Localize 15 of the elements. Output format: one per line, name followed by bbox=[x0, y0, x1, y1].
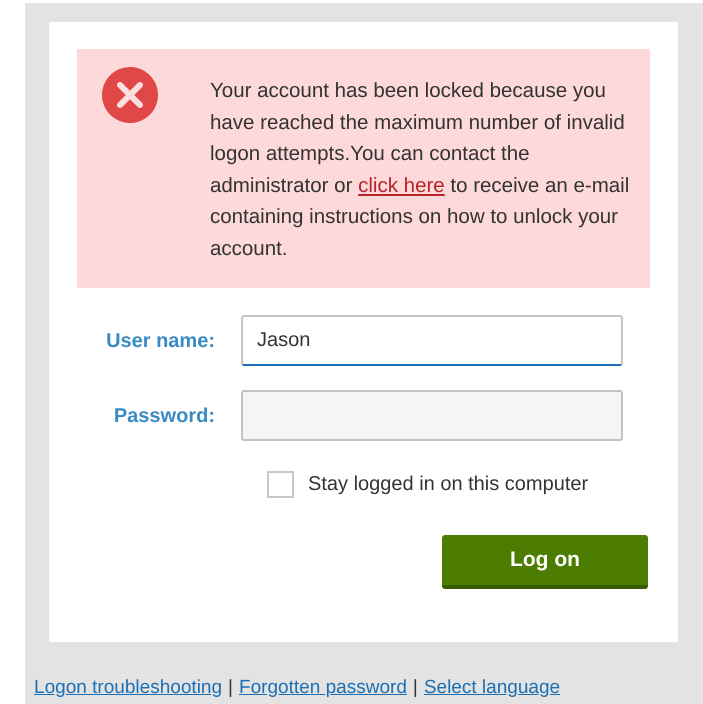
username-field[interactable]: Jason bbox=[241, 315, 623, 366]
separator: | bbox=[228, 676, 233, 700]
footer-link[interactable]: Forgotten password bbox=[238, 674, 407, 702]
field-label: User name: bbox=[105, 328, 216, 354]
footer-link[interactable]: Select language bbox=[424, 674, 560, 702]
unlock-link[interactable]: click here bbox=[358, 174, 445, 197]
password-field[interactable] bbox=[241, 390, 623, 441]
error-icon bbox=[102, 67, 158, 123]
separator: | bbox=[412, 676, 418, 700]
checkbox[interactable] bbox=[267, 470, 294, 498]
field-label: Password: bbox=[112, 404, 216, 428]
footer-link[interactable]: Logon troubleshooting bbox=[34, 674, 222, 702]
checkbox-label: Stay logged in on this computer bbox=[308, 472, 588, 497]
error-message: Your account has been locked because you have reached the maximum number of invalid logon attempts.You can contact the administrator or click here to receive an e-mail containing instructions on how to unlock your account. bbox=[210, 78, 630, 262]
log-on-button[interactable]: Log on bbox=[442, 535, 648, 589]
